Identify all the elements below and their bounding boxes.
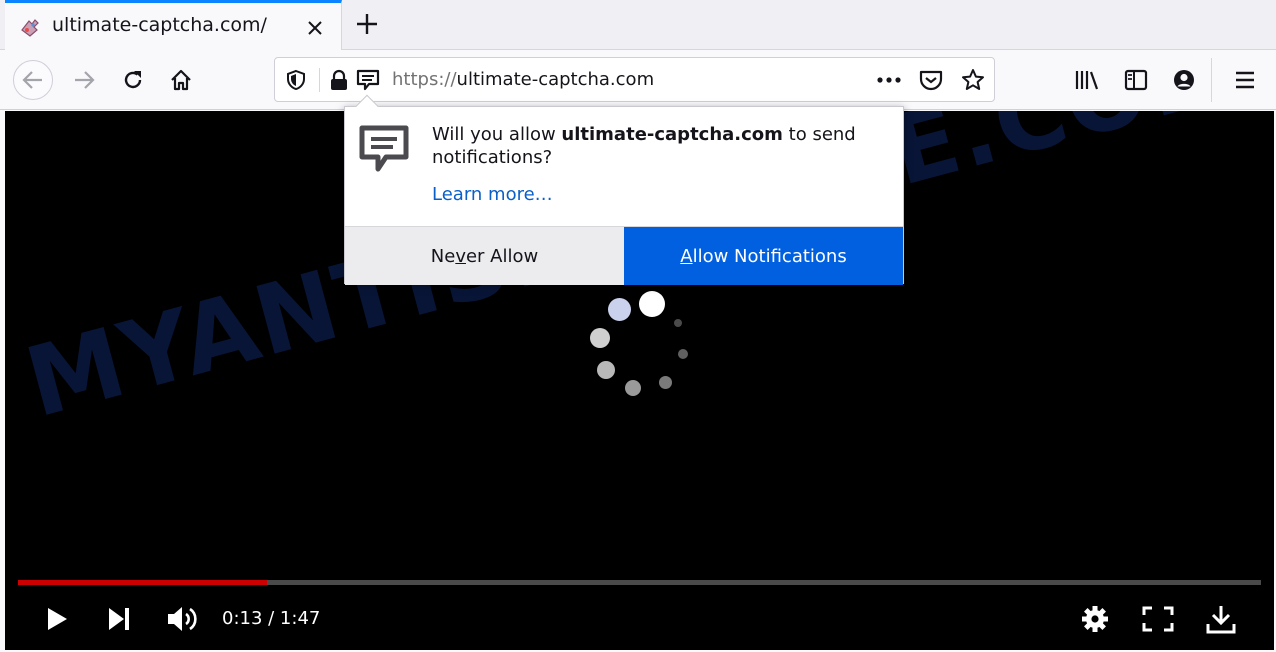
notification-permission-button[interactable] — [355, 67, 381, 93]
never-allow-button[interactable]: Ne v er Allow — [345, 227, 624, 285]
popup-message-prefix: Will you allow — [432, 124, 562, 145]
tab-title: ultimate-captcha.com/ — [52, 14, 267, 36]
chat-bubble-icon — [359, 125, 409, 172]
tab-strip: ultimate-captcha.com/ — [0, 0, 1276, 50]
fullscreen-icon — [1142, 606, 1174, 632]
download-icon — [1206, 606, 1236, 634]
next-button[interactable] — [103, 601, 135, 637]
video-progress-bar[interactable] — [18, 580, 1261, 585]
never-allow-accesskey: v — [455, 245, 466, 267]
home-button[interactable] — [161, 60, 201, 100]
loading-spinner-icon — [585, 281, 695, 401]
popup-site-name: ultimate-captcha.com — [561, 124, 783, 145]
shield-icon — [287, 69, 305, 91]
toolbar-separator — [1211, 58, 1212, 102]
popup-message: Will you allow ultimate-captcha.com to s… — [432, 123, 892, 169]
reload-button[interactable] — [113, 60, 153, 100]
gear-icon — [1082, 606, 1108, 632]
plus-icon — [357, 14, 377, 34]
allow-accesskey: A — [680, 245, 693, 267]
url-host: ultimate-captcha.com — [456, 69, 655, 90]
new-tab-button[interactable] — [352, 9, 382, 39]
never-allow-label-b: er Allow — [465, 245, 539, 267]
puzzle-favicon-icon — [21, 19, 39, 37]
bookmark-star-button[interactable] — [960, 67, 986, 93]
reload-icon — [124, 71, 142, 89]
allow-notifications-label: llow Notifications — [692, 245, 847, 267]
back-arrow-icon — [22, 71, 42, 89]
sidebar-icon — [1124, 69, 1148, 91]
menu-button[interactable] — [1225, 60, 1265, 100]
forward-arrow-icon — [75, 71, 95, 89]
chat-bubble-icon — [356, 69, 380, 91]
account-icon — [1174, 70, 1194, 90]
volume-button[interactable] — [165, 601, 201, 637]
star-icon — [962, 69, 984, 90]
sidebar-button[interactable] — [1116, 60, 1156, 100]
more-dots-icon — [877, 77, 901, 83]
volume-icon — [168, 607, 197, 631]
close-icon — [308, 21, 322, 35]
fullscreen-button[interactable] — [1141, 601, 1175, 637]
address-bar[interactable]: https://ultimate-captcha.com — [274, 57, 995, 102]
url-scheme: https:// — [392, 69, 457, 90]
popup-buttons: Ne v er Allow Allow Notifications — [345, 226, 903, 285]
tracking-protection-button[interactable] — [283, 67, 309, 93]
hamburger-menu-icon — [1236, 71, 1254, 89]
notification-permission-popup: Will you allow ultimate-captcha.com to s… — [344, 94, 904, 285]
page-actions-button[interactable] — [876, 67, 902, 93]
video-progress-fill — [18, 580, 267, 585]
home-icon — [171, 69, 191, 91]
allow-notifications-button[interactable]: Allow Notifications — [624, 227, 903, 285]
urlbar-separator — [319, 68, 320, 92]
account-button[interactable] — [1164, 60, 1204, 100]
play-icon — [48, 608, 67, 630]
library-button[interactable] — [1067, 60, 1107, 100]
forward-button[interactable] — [64, 60, 104, 100]
browser-window: ultimate-captcha.com/ https://ultimate-c… — [0, 0, 1276, 652]
pocket-button[interactable] — [918, 67, 944, 93]
site-identity-button[interactable] — [326, 67, 352, 93]
play-button[interactable] — [41, 601, 73, 637]
skip-next-icon — [109, 608, 129, 630]
pocket-icon — [919, 70, 943, 91]
url-text[interactable]: https://ultimate-captcha.com — [392, 69, 654, 90]
lock-icon — [331, 69, 347, 90]
settings-button[interactable] — [1079, 601, 1111, 637]
tab-active[interactable]: ultimate-captcha.com/ — [5, 0, 342, 50]
video-time: 0:13 / 1:47 — [222, 608, 321, 629]
nav-toolbar: https://ultimate-captcha.com — [0, 50, 1276, 110]
back-button[interactable] — [13, 60, 53, 100]
never-allow-label-a: Ne — [430, 245, 456, 267]
learn-more-link[interactable]: Learn more… — [432, 184, 553, 205]
download-button[interactable] — [1205, 601, 1237, 637]
tab-close-button[interactable] — [303, 16, 327, 40]
library-icon — [1075, 71, 1099, 90]
